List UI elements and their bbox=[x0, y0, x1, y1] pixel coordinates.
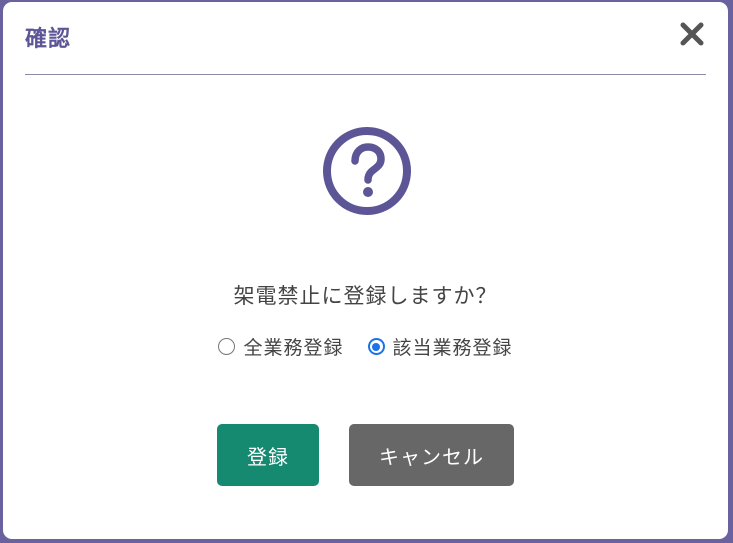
option-all-business-label: 全業務登録 bbox=[243, 337, 344, 359]
confirm-message: 架電禁止に登録しますか？ bbox=[233, 284, 498, 308]
dialog-title: 確認 bbox=[25, 27, 72, 52]
confirm-dialog: 確認 架電禁止に登録しますか？ 全業務登録 該当業務登録 登録 キャンセル bbox=[3, 2, 728, 539]
register-button[interactable]: 登録 bbox=[217, 424, 319, 486]
dialog-header: 確認 bbox=[25, 2, 706, 75]
option-all-business[interactable]: 全業務登録 bbox=[218, 333, 343, 360]
cancel-button[interactable]: キャンセル bbox=[349, 424, 514, 486]
radio-current-business[interactable] bbox=[367, 338, 385, 355]
close-button[interactable] bbox=[678, 20, 706, 48]
close-icon bbox=[680, 22, 704, 46]
option-current-business[interactable]: 該当業務登録 bbox=[367, 333, 513, 360]
option-current-business-label: 該当業務登録 bbox=[392, 337, 513, 359]
question-circle-icon bbox=[323, 127, 411, 215]
registration-options: 全業務登録 該当業務登録 bbox=[3, 333, 728, 360]
radio-all-business[interactable] bbox=[218, 338, 236, 355]
